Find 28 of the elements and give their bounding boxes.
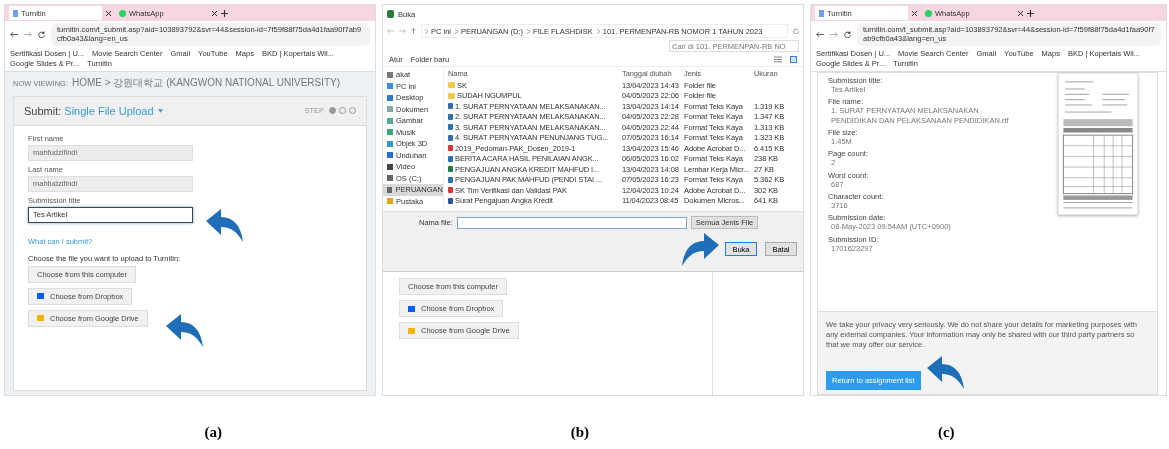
pointer-arrow [681,231,721,267]
plus-icon[interactable] [1027,9,1034,17]
submit-label: Submit: [24,104,62,117]
close-icon[interactable] [1018,10,1023,16]
breadcrumb[interactable]: HOME > 강원대학교 (KANGWON NATIONAL UNIVERSITY) [72,75,341,90]
pointer-arrow [204,206,244,243]
caret-icon[interactable] [157,108,163,113]
back-arrow-icon[interactable] [816,30,824,38]
close-icon[interactable] [106,10,111,16]
close-icon[interactable] [212,10,217,16]
figure-caption: (b) [570,424,590,441]
view-options-icon[interactable] [774,56,782,63]
site-icon [925,9,932,17]
app-icon [387,10,394,18]
site-icon [819,9,824,17]
figure-caption: (a) [204,424,222,441]
file-name-field[interactable] [456,216,687,229]
back-arrow-icon[interactable] [10,30,18,38]
reload-icon[interactable] [844,30,851,38]
up-arrow-icon[interactable] [411,28,416,34]
pointer-arrow [164,311,204,348]
preview-pane-icon[interactable] [790,56,797,63]
plus-icon[interactable] [221,9,228,17]
site-icon [13,9,18,17]
close-icon[interactable] [912,10,917,16]
figure-caption: (c) [937,424,955,441]
site-icon [119,9,126,17]
reload-icon[interactable] [38,30,45,38]
